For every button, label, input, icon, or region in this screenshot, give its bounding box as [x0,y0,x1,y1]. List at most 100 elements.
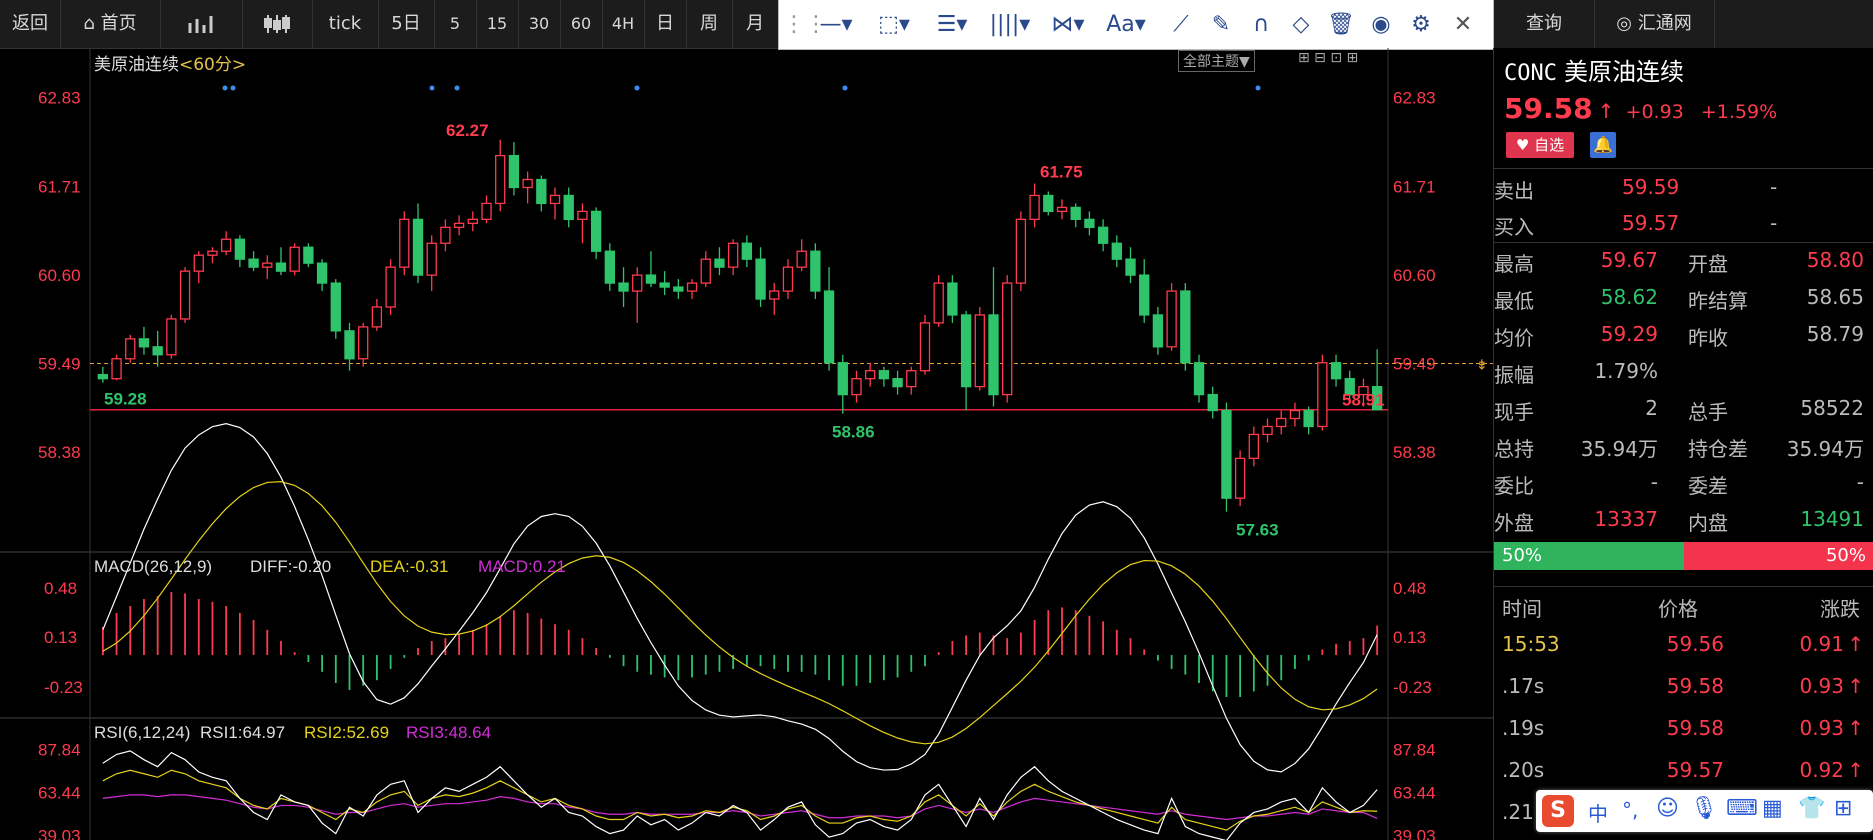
visibility-toggle-button[interactable]: ◉ [1361,0,1401,50]
period-60min[interactable]: 60 [560,0,603,48]
tick-row[interactable]: .20s 59.57 0.92 ↑ [1494,752,1873,789]
macd-value-label: MACD:0.21 [478,557,566,576]
rsi3-label: RSI3:48.64 [406,723,491,742]
buy-volume: - [1770,211,1778,235]
add-watchlist-button[interactable]: ♥ 自选 [1506,132,1574,158]
candle-body [700,258,711,284]
close-toolbar-button[interactable]: ✕ [1443,0,1483,50]
toolbox-icon[interactable]: ▦ [1762,796,1783,821]
pattern-tool-button[interactable]: ⋈▾ [1043,0,1093,50]
chart-panel[interactable]: 62.83 62.83 61.71 61.71 60.60 60.60 59.49 59.49… [0,48,1493,840]
period-30min[interactable]: 30 [518,0,561,48]
candle-body [467,218,478,224]
magnet-tool-button[interactable]: ∩ [1241,0,1281,50]
macd-tick-left: -0.23 [44,678,83,697]
quote-field-v1: 59.67 [1600,248,1658,272]
ime-punctuation-toggle[interactable]: °, [1622,798,1638,822]
candle-body [919,322,931,372]
chart-canvas[interactable]: 62.83 62.8361.71 61.7160.60 60.6059.49 59.49… [0,48,1493,840]
quote-field-row: 现手 2 总手 58522 [1494,390,1873,427]
quote-field-l1: 委比 [1494,474,1534,498]
period-week[interactable]: 周 [686,0,733,48]
candle-body [481,202,492,221]
price-annotation: 59.28 [104,389,147,408]
macd-tick-right: -0.23 [1393,678,1432,697]
candle-body [1043,194,1054,213]
period-5min[interactable]: 5 [434,0,477,48]
macd-dea-label: DEA:-0.31 [370,557,448,576]
tick-time: 15:53 [1502,632,1560,656]
theme-select[interactable]: 全部主题▼ [1178,50,1255,72]
candle-body [97,374,109,380]
sell-label: 卖出 [1494,179,1534,203]
pen-tool-button[interactable]: ✎ [1201,0,1241,50]
candle-body [974,314,985,388]
tick-row[interactable]: .19s 59.58 0.93 ↑ [1494,710,1873,747]
delete-tool-button[interactable]: 🗑 [1321,0,1361,50]
query-button[interactable]: 查询 [1494,0,1595,48]
fibonacci-icon: ☰▾ [936,12,968,37]
period-15min[interactable]: 15 [476,0,519,48]
period-4h[interactable]: 4H [602,0,645,48]
quote-field-l1: 最低 [1494,289,1534,313]
candle-body [371,306,383,328]
candle-body [453,222,465,228]
period-day[interactable]: 日 [644,0,687,48]
text-tool-button[interactable]: Aa▾ [1101,0,1151,50]
eye-icon: ◉ [1371,12,1391,37]
fib-tool-button[interactable]: ☰▾ [927,0,977,50]
line-tool-button[interactable]: —▾ [811,0,861,50]
sell-row: 卖出 59.59 - [1494,168,1873,206]
candle-body [1303,409,1314,428]
candle-body [618,282,629,292]
home-button[interactable]: ⌂ 首页 [60,0,161,48]
candle-body [385,266,396,308]
candle-body [316,262,328,284]
dea-line [102,481,1378,745]
tick-row[interactable]: .17s 59.58 0.93 ↑ [1494,668,1873,705]
quote-field-l2: 总手 [1688,400,1728,424]
tick-row[interactable]: 15:53 59.56 0.91 ↑ [1494,626,1873,663]
quote-field-l1: 最高 [1494,252,1534,276]
quote-field-v1: 2 [1645,396,1658,420]
buy-sell-ratio-bar: 50% 50% [1494,542,1873,570]
skin-icon[interactable]: 👕 [1798,796,1825,821]
rect-tool-button[interactable]: ⬚▾ [869,0,919,50]
macd-tick-right: 0.48 [1393,579,1426,598]
period-5day[interactable]: 5日 [378,0,435,48]
back-button[interactable]: 返回 [0,0,61,48]
keyboard-icon[interactable]: ⌨ [1726,796,1758,821]
tick-price: 59.58 [1666,716,1724,740]
heart-icon: ♥ [1515,136,1530,154]
emoji-icon[interactable]: ☺ [1656,796,1679,821]
ime-toolbar[interactable]: S 中 °, ☺ 🎙 ⌨ ▦ 👕 ⊞ [1536,790,1873,832]
candle-type-button[interactable] [242,0,313,48]
period-month[interactable]: 月 [732,0,779,48]
bell-icon: 🔔 [1593,135,1613,154]
ruler-tool-button[interactable]: ⟋ [1161,0,1201,50]
col-time: 时间 [1502,597,1542,621]
dropdown-icon: ▾ [1134,12,1146,37]
price-tick-left: 62.83 [38,88,81,107]
settings-button[interactable]: ⚙ [1401,0,1441,50]
drag-handle-icon[interactable]: ⋮⋮ [783,0,827,50]
up-arrow-icon: ↑ [1847,716,1864,740]
eraser-tool-button[interactable]: ◇ [1281,0,1321,50]
candle-body [823,290,835,364]
candle-body [1166,290,1177,348]
sogou-logo-icon[interactable]: S [1542,795,1574,827]
microphone-icon[interactable]: 🎙 [1690,796,1718,821]
chart-type-button[interactable] [160,0,243,48]
layout-icons[interactable]: ⊞ ⊟ ⊡ ⊞ [1298,50,1358,66]
ime-language-toggle[interactable]: 中 [1588,798,1608,827]
macd-title: MACD(26,12,9) [94,557,212,576]
parallel-tool-button[interactable]: ||||▾ [985,0,1035,50]
menu-grid-icon[interactable]: ⊞ [1834,796,1852,821]
period-tick[interactable]: tick [312,0,379,48]
close-icon: ✕ [1453,12,1473,37]
price-tick-left: 59.49 [38,355,81,374]
candle-body [262,262,273,268]
fx678-link[interactable]: ◎ 汇通网 [1594,0,1715,48]
alert-button[interactable]: 🔔 [1590,132,1616,158]
price-tick-right: 58.38 [1393,443,1436,462]
